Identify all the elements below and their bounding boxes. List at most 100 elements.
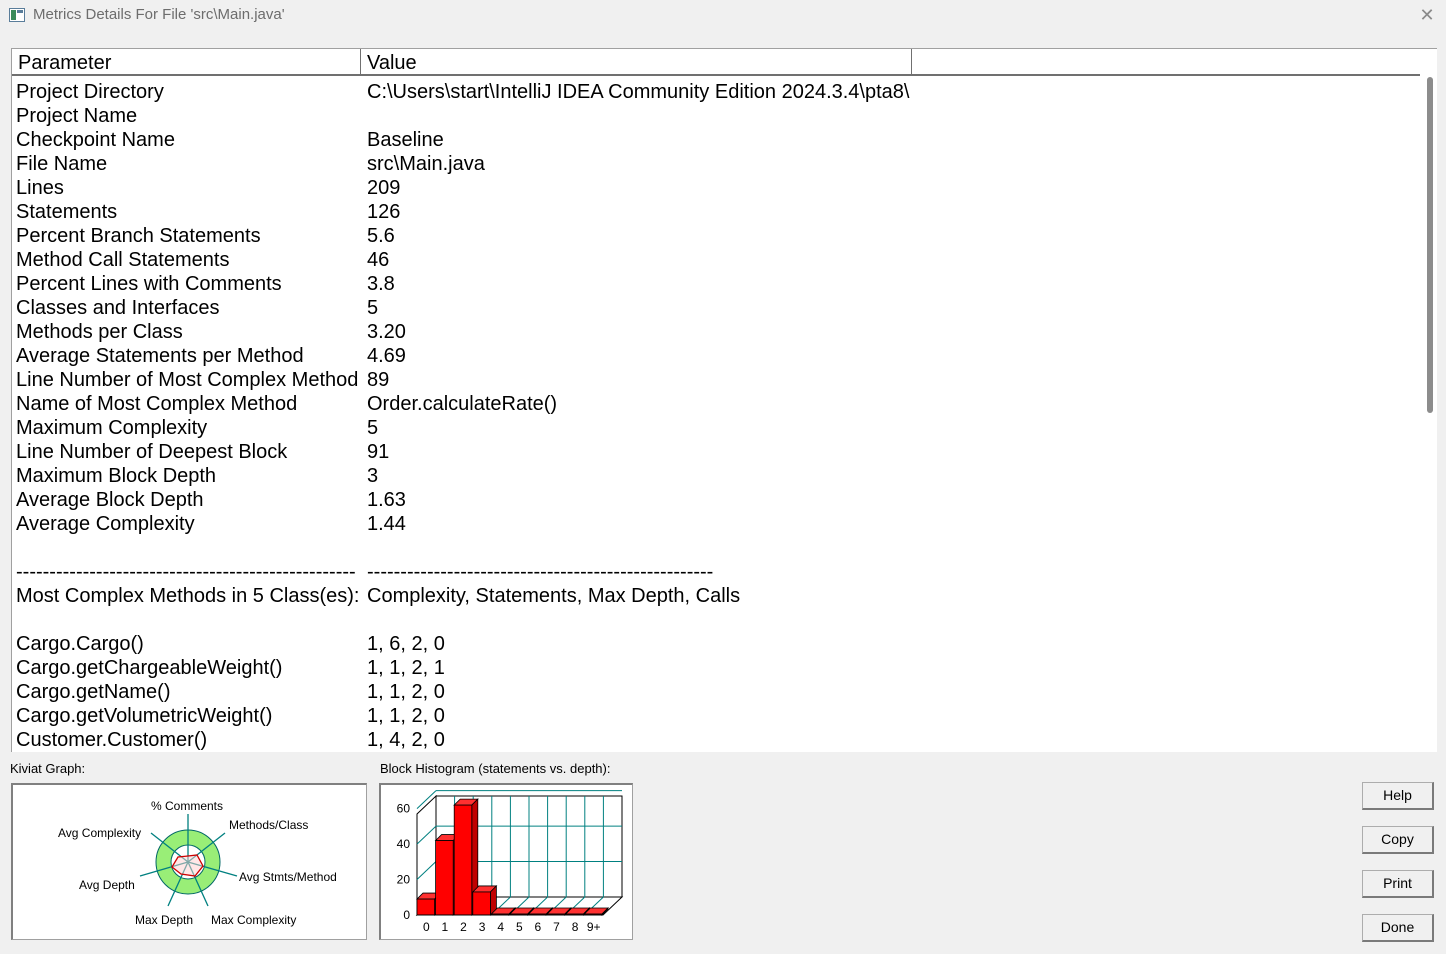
kiviat-label-avg-stmts: Avg Stmts/Method xyxy=(239,870,337,884)
histogram-bar xyxy=(453,804,473,916)
kiviat-label-max-depth: Max Depth xyxy=(135,913,193,927)
row-value: Order.calculateRate() xyxy=(367,393,558,415)
row-value: 1, 1, 2, 0 xyxy=(367,681,445,703)
table-row[interactable]: Cargo.Cargo() 1, 6, 2, 0 xyxy=(12,632,1412,656)
table-row[interactable]: Line Number of Most Complex Method 89 xyxy=(12,368,1412,392)
row-value: 3.20 xyxy=(367,321,406,343)
histogram-svg: 02040600 1 2 3 4 5 6 7 8 9+ xyxy=(397,790,624,934)
row-parameter: Name of Most Complex Method xyxy=(16,393,298,415)
table-row[interactable]: Methods per Class 3.20 xyxy=(12,320,1412,344)
row-parameter: Method Call Statements xyxy=(16,249,230,271)
histogram-x-tick-label: 6 xyxy=(535,920,542,934)
histogram-x-tick-label: 2 xyxy=(460,920,467,934)
table-row[interactable] xyxy=(12,536,1412,560)
row-value: 4.69 xyxy=(367,345,406,367)
histogram-y-tick-label: 60 xyxy=(397,802,411,816)
table-row[interactable]: Average Statements per Method 4.69 xyxy=(12,344,1412,368)
row-parameter: File Name xyxy=(16,153,108,175)
table-row[interactable]: Maximum Complexity 5 xyxy=(12,416,1412,440)
table-row[interactable]: Cargo.getVolumetricWeight() 1, 1, 2, 0 xyxy=(12,704,1412,728)
table-row[interactable]: Cargo.getName() 1, 1, 2, 0 xyxy=(12,680,1412,704)
row-value: 3.8 xyxy=(367,273,395,295)
done-button[interactable]: Done xyxy=(1362,914,1434,942)
row-parameter: Customer.Customer() xyxy=(16,729,208,751)
row-parameter: Most Complex Methods in 5 Class(es): xyxy=(16,585,360,607)
kiviat-svg: % Comments Methods/Class Avg Stmts/Metho… xyxy=(58,799,337,927)
row-value: 1, 1, 2, 0 xyxy=(367,705,445,727)
kiviat-label-comments: % Comments xyxy=(151,799,223,813)
row-value: 3 xyxy=(367,465,379,487)
kiviat-label-avg-depth: Avg Depth xyxy=(79,878,135,892)
histogram-x-tick-label: 7 xyxy=(553,920,560,934)
column-header-value[interactable]: Value xyxy=(361,49,912,74)
table-row[interactable]: Cargo.getChargeableWeight() 1, 1, 2, 1 xyxy=(12,656,1412,680)
table-row[interactable] xyxy=(12,608,1412,632)
row-parameter: Line Number of Most Complex Method xyxy=(16,369,359,391)
row-value: 1, 1, 2, 1 xyxy=(367,657,445,679)
row-parameter: Cargo.getChargeableWeight() xyxy=(16,657,283,679)
scrollbar-thumb[interactable] xyxy=(1427,77,1433,413)
row-value: 1.44 xyxy=(367,513,406,535)
table-row[interactable]: Lines 209 xyxy=(12,176,1412,200)
table-row[interactable]: Maximum Block Depth 3 xyxy=(12,464,1412,488)
vertical-scrollbar[interactable] xyxy=(1422,49,1437,752)
table-row[interactable]: Line Number of Deepest Block 91 xyxy=(12,440,1412,464)
table-row[interactable]: Customer.Customer() 1, 4, 2, 0 xyxy=(12,728,1412,752)
table-row[interactable]: File Name src\Main.java xyxy=(12,152,1412,176)
table-row[interactable]: Percent Lines with Comments 3.8 xyxy=(12,272,1412,296)
column-header-parameter[interactable]: Parameter xyxy=(12,49,361,74)
row-value: 46 xyxy=(367,249,390,271)
table-row[interactable]: Percent Branch Statements 5.6 xyxy=(12,224,1412,248)
row-parameter: Statements xyxy=(16,201,118,223)
row-value: 5.6 xyxy=(367,225,395,247)
row-value: 1.63 xyxy=(367,489,406,511)
table-row[interactable]: Project Directory C:\Users\start\IntelliJ… xyxy=(12,80,1412,104)
row-value: src\Main.java xyxy=(367,153,485,175)
row-value: ----------------------------------------… xyxy=(367,561,714,583)
row-value: 209 xyxy=(367,177,401,199)
table-row[interactable]: Statements 126 xyxy=(12,200,1412,224)
metrics-table[interactable]: Parameter Value Project Directory C:\User… xyxy=(11,48,1437,752)
title-bar: Metrics Details For File 'src\Main.java'… xyxy=(0,0,1446,32)
row-parameter: Cargo.getName() xyxy=(16,681,171,703)
row-parameter: Cargo.Cargo() xyxy=(16,633,144,655)
close-button[interactable]: ✕ xyxy=(1413,2,1441,28)
table-row[interactable]: Average Block Depth 1.63 xyxy=(12,488,1412,512)
table-row[interactable]: Most Complex Methods in 5 Class(es): Comp… xyxy=(12,584,1412,608)
histogram-bar xyxy=(416,898,436,916)
row-parameter: Classes and Interfaces xyxy=(16,297,220,319)
column-header-filler xyxy=(912,49,1420,74)
row-parameter: Percent Lines with Comments xyxy=(16,273,282,295)
table-row[interactable]: Project Name xyxy=(12,104,1412,128)
histogram-x-tick-label: 9+ xyxy=(587,920,601,934)
help-button[interactable]: Help xyxy=(1362,782,1434,810)
row-parameter: ----------------------------------------… xyxy=(16,561,356,583)
row-value: Complexity, Statements, Max Depth, Calls xyxy=(367,585,741,607)
row-value: 89 xyxy=(367,369,390,391)
row-value: 91 xyxy=(367,441,390,463)
table-header: Parameter Value xyxy=(12,49,1420,76)
row-parameter: Percent Branch Statements xyxy=(16,225,261,247)
row-value: Baseline xyxy=(367,129,444,151)
histogram-bar xyxy=(435,840,454,916)
print-button[interactable]: Print xyxy=(1362,870,1434,898)
row-parameter: Project Directory xyxy=(16,81,164,103)
row-parameter: Cargo.getVolumetricWeight() xyxy=(16,705,273,727)
app-icon xyxy=(9,8,25,22)
histogram-x-tick-label: 8 xyxy=(572,920,579,934)
table-row[interactable]: Classes and Interfaces 5 xyxy=(12,296,1412,320)
row-parameter: Average Statements per Method xyxy=(16,345,304,367)
row-value: 126 xyxy=(367,201,401,223)
histogram-x-tick-label: 4 xyxy=(497,920,504,934)
table-row[interactable]: Average Complexity 1.44 xyxy=(12,512,1412,536)
histogram-y-tick-label: 40 xyxy=(397,837,411,851)
window-title: Metrics Details For File 'src\Main.java' xyxy=(33,6,285,23)
table-row[interactable]: ----------------------------------------… xyxy=(12,560,1412,584)
copy-button[interactable]: Copy xyxy=(1362,826,1434,854)
row-parameter: Average Block Depth xyxy=(16,489,204,511)
table-row[interactable]: Checkpoint Name Baseline xyxy=(12,128,1412,152)
table-row[interactable]: Method Call Statements 46 xyxy=(12,248,1412,272)
row-value: C:\Users\start\IntelliJ IDEA Community E… xyxy=(367,81,910,103)
histogram-x-tick-label: 5 xyxy=(516,920,523,934)
table-row[interactable]: Name of Most Complex Method Order.calcula… xyxy=(12,392,1412,416)
